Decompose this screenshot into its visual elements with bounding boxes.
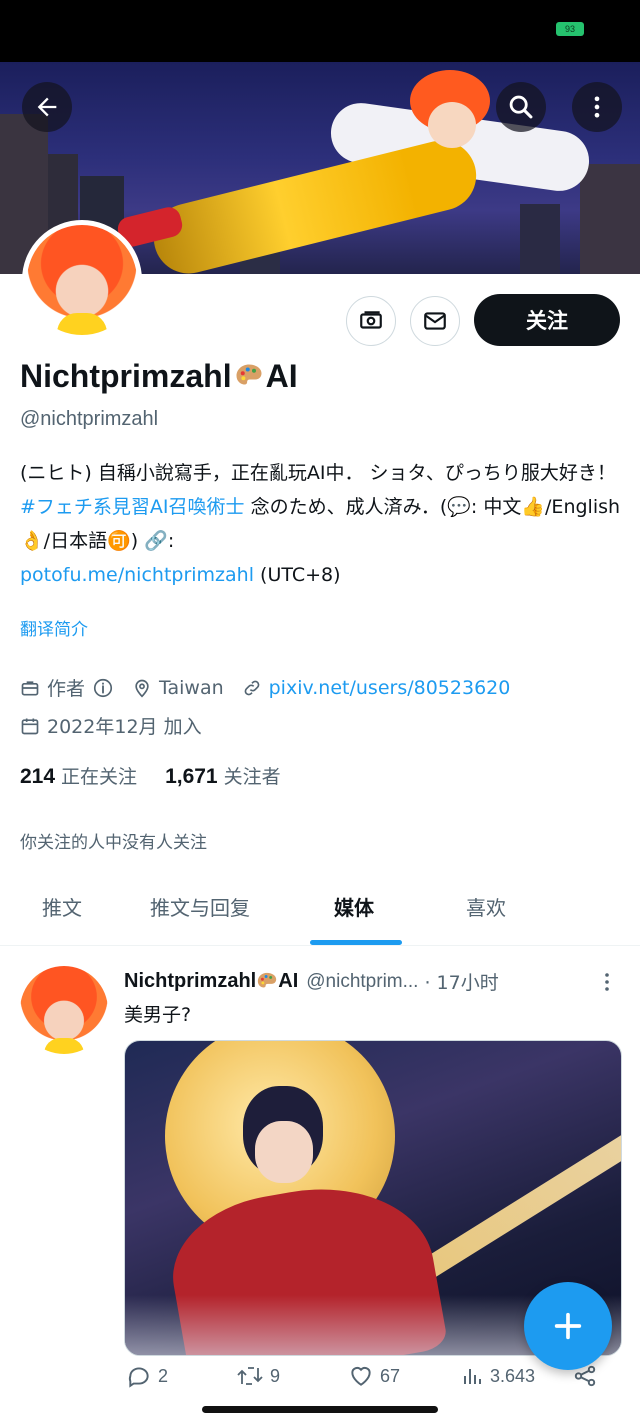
followers-count: 1,671 [165,765,218,788]
link-emoji-icon: 🔗 [144,530,168,552]
location-label: Taiwan [159,676,224,699]
retweet-icon [237,1367,263,1385]
display-name-suffix: AI [265,358,298,394]
website-link[interactable]: pixiv.net/users/80523620 [269,677,511,699]
location-pin-icon [135,679,149,698]
like-button[interactable]: 67 [348,1363,400,1389]
back-button[interactable] [22,82,72,132]
bio-text: ) [130,530,139,552]
status-bar: 93 [0,0,640,62]
tip-icon [360,311,382,329]
followers-stat[interactable]: 1,671 关注者 [165,762,281,789]
info-icon[interactable] [92,677,114,699]
message-button[interactable] [410,296,460,346]
retweet-count: 9 [270,1365,281,1386]
bio-hashtag-link[interactable]: #フェチ系見習AI召喚術士 [20,496,245,518]
briefcase-icon [21,680,39,695]
followed-by-note: 你关注的人中没有人关注 [20,833,207,853]
home-indicator[interactable] [202,1406,438,1413]
compose-plus-icon [554,1312,582,1340]
more-vertical-icon [594,96,600,118]
retweet-button[interactable]: 9 [236,1363,280,1389]
views-button[interactable]: 3.643 [460,1364,535,1388]
bio-text: /日本語 [43,530,108,552]
tweet-more-icon[interactable] [600,970,614,994]
like-icon [351,1366,371,1386]
tweet-author-suffix: AI [278,970,299,992]
follow-stats: 214 正在关注 1,671 关注者 [20,762,281,789]
profile-handle: @nichtprimzahl [20,408,159,430]
profile-avatar[interactable] [22,220,142,340]
compose-button[interactable] [524,1282,612,1370]
reply-icon [128,1367,149,1388]
palette-emoji-icon [258,972,277,987]
display-name-text: Nichtprimzahl [20,358,232,394]
more-options-button[interactable] [572,82,622,132]
profile-location: Taiwan [132,677,224,699]
profile-display-name: Nichtprimzahl AI [20,358,298,395]
active-tab-indicator [310,940,402,945]
profile-joined-row: 2022年12月 加入 [20,712,220,739]
bio-text: : 中文 [470,496,522,518]
tab-likes[interactable]: 喜欢 [466,892,506,921]
reply-button[interactable]: 2 [126,1363,168,1389]
tweet-author-name: Nichtprimzahl [124,970,257,992]
tweet-avatar[interactable] [20,966,108,1054]
follow-button[interactable]: 关注 [474,294,620,346]
bio-text: (UTC+8) [260,564,341,586]
bio-text: : [167,530,175,552]
back-arrow-icon [37,97,57,117]
views-icon [464,1369,481,1384]
joined-date: 2022年12月 加入 [47,716,202,738]
bio-url-link[interactable]: potofu.me/nichtprimzahl [20,564,254,586]
profile-bio: (ニヒト) 自稱小說寫手，正在亂玩AI中． ショタ、ぴっちり服大好き！ #フェチ… [20,456,628,592]
acceptable-emoji-icon: 🉑 [107,530,131,552]
speech-bubble-emoji-icon: 💬 [447,496,471,518]
tab-replies[interactable]: 推文与回复 [150,892,250,921]
thumbs-up-emoji-icon: 👍 [521,496,546,518]
bio-text: (ニヒト) 自稱小說寫手，正在亂玩AI中． ショタ、ぴっちり服大好き！ [20,462,616,484]
tab-posts[interactable]: 推文 [42,892,82,921]
tab-media[interactable]: 媒体 [334,892,374,921]
bio-text: 念のため、成人済み．( [250,496,448,518]
tip-button[interactable] [346,296,396,346]
battery-indicator: 93 [556,22,584,36]
ok-hand-emoji-icon: 👌 [20,530,44,552]
calendar-icon [21,718,39,734]
like-count: 67 [380,1365,401,1386]
tweet-header: Nichtprimzahl AI @nichtprim... · 17小时 [124,968,584,995]
tweet-author[interactable]: Nichtprimzahl AI [124,970,298,993]
followers-label: 关注者 [223,766,281,788]
following-count: 214 [20,765,56,788]
following-stat[interactable]: 214 正在关注 [20,762,137,789]
profile-website[interactable]: pixiv.net/users/80523620 [242,677,511,699]
tweet-text: 美男子? [124,1004,192,1026]
tweet-handle: @nichtprim... [306,970,419,992]
reply-count: 2 [158,1365,169,1386]
following-label: 正在关注 [61,766,138,788]
category-label: 作者 [47,678,86,700]
search-icon [509,95,533,119]
translate-bio-link[interactable]: 翻译简介 [20,615,88,640]
tweet-time: · 17小时 [424,972,499,994]
bio-text: /English [545,496,621,518]
profile-joined: 2022年12月 加入 [20,712,202,739]
search-button[interactable] [496,82,546,132]
profile-category: 作者 [20,674,114,701]
palette-emoji-icon [236,364,262,384]
views-count: 3.643 [490,1365,536,1386]
profile-tabs: 推文 推文与回复 媒体 喜欢 [0,884,640,946]
profile-meta-row: 作者 Taiwan pixiv.net/users/80523620 [20,674,528,701]
link-icon [244,680,259,695]
mail-icon [424,312,446,330]
